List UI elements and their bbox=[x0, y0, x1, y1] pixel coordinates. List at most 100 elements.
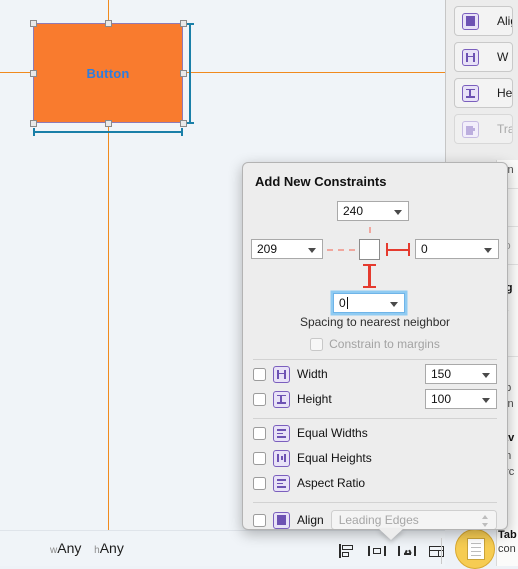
height-bar-icon bbox=[462, 84, 479, 102]
spacing-top-value: 240 bbox=[343, 204, 364, 218]
resolve-issues-tool-icon[interactable] bbox=[398, 543, 416, 559]
width-value-field[interactable]: 150 bbox=[425, 364, 497, 384]
align-label: Align bbox=[297, 513, 324, 527]
popover-tail bbox=[378, 528, 404, 540]
resize-handle-bottom-center[interactable] bbox=[104, 119, 112, 127]
chevron-updown-icon bbox=[481, 514, 490, 528]
spacing-bottom-field[interactable]: 0 bbox=[333, 293, 405, 313]
chevron-down-icon[interactable] bbox=[390, 302, 398, 307]
inspector-row-trailing-label: Trailin bbox=[497, 122, 513, 136]
divider bbox=[253, 359, 497, 360]
chevron-down-icon[interactable] bbox=[482, 373, 490, 378]
constraint-cap-bottom-left bbox=[33, 128, 35, 136]
spacing-bottom-connector-active[interactable] bbox=[368, 264, 371, 288]
add-new-constraints-popover: Add New Constraints 240 209 0 0 Spacing … bbox=[242, 162, 508, 530]
size-class-height-value: Any bbox=[99, 540, 124, 556]
horizontal-center-guide bbox=[0, 72, 33, 73]
inspector-row-align[interactable]: Align bbox=[454, 6, 513, 36]
constraint-row-height: Height 100 bbox=[243, 388, 507, 410]
inspector-row-width[interactable]: W bbox=[454, 42, 513, 72]
equal-widths-label: Equal Widths bbox=[297, 426, 368, 440]
height-checkbox[interactable] bbox=[253, 392, 266, 406]
width-value: 150 bbox=[431, 367, 452, 381]
spacing-bottom-connector-cap-b bbox=[363, 285, 376, 288]
spacing-center-box bbox=[359, 239, 380, 260]
inspector-row-width-label: W bbox=[497, 50, 509, 64]
equal-heights-label: Equal Heights bbox=[297, 451, 372, 465]
height-bar-icon bbox=[273, 390, 290, 408]
equal-heights-checkbox[interactable] bbox=[253, 451, 266, 465]
spacing-top-field[interactable]: 240 bbox=[337, 201, 409, 221]
equal-heights-icon bbox=[273, 449, 290, 467]
resize-handle-bottom-left[interactable] bbox=[29, 119, 37, 127]
width-checkbox[interactable] bbox=[253, 367, 266, 381]
resizing-behavior-tool-icon[interactable] bbox=[428, 543, 446, 559]
constrain-to-margins-checkbox bbox=[310, 337, 324, 351]
height-value-field[interactable]: 100 bbox=[425, 389, 497, 409]
aspect-ratio-checkbox[interactable] bbox=[253, 476, 266, 490]
horizontal-center-guide-right bbox=[183, 72, 445, 73]
trailing-edge-icon bbox=[462, 120, 479, 138]
equal-widths-icon bbox=[273, 424, 290, 442]
divider bbox=[253, 418, 497, 419]
constraint-indicator-bottom bbox=[33, 131, 183, 133]
object-library-title: Tab bbox=[498, 529, 517, 541]
spacing-right-connector-active[interactable] bbox=[386, 248, 410, 251]
constrain-to-margins-label: Constrain to margins bbox=[329, 337, 440, 351]
popover-title: Add New Constraints bbox=[255, 174, 387, 189]
size-class-control[interactable]: wAny hAny bbox=[50, 540, 124, 556]
resize-handle-top-left[interactable] bbox=[29, 19, 37, 27]
divider bbox=[253, 502, 497, 503]
button-view-label: Button bbox=[86, 65, 130, 81]
constraint-cap-right-top bbox=[186, 23, 194, 25]
resize-handle-middle-right[interactable] bbox=[179, 69, 187, 77]
align-checkbox[interactable] bbox=[253, 513, 266, 527]
button-view[interactable]: Button bbox=[33, 23, 183, 123]
inspector-row-align-label: Align bbox=[497, 14, 512, 28]
spacing-left-connector-inactive[interactable] bbox=[327, 249, 355, 251]
align-select-value: Leading Edges bbox=[338, 513, 419, 527]
chevron-down-icon[interactable] bbox=[394, 210, 402, 215]
align-grid-icon bbox=[273, 511, 290, 529]
chevron-down-icon[interactable] bbox=[482, 398, 490, 403]
resize-handle-top-center[interactable] bbox=[104, 19, 112, 27]
constraint-row-equal-widths: Equal Widths bbox=[243, 422, 507, 444]
inspector-row-height[interactable]: He bbox=[454, 78, 513, 108]
align-tool-icon[interactable] bbox=[338, 543, 356, 559]
inspector-row-trailing: Trailin bbox=[454, 114, 513, 144]
spacing-left-field[interactable]: 209 bbox=[251, 239, 323, 259]
spacing-right-connector-cap-a bbox=[386, 243, 389, 256]
width-bar-icon bbox=[273, 365, 290, 383]
toolbar-separator bbox=[441, 538, 442, 564]
pin-tool-icon[interactable] bbox=[368, 543, 386, 559]
constraint-row-width: Width 150 bbox=[243, 363, 507, 385]
object-library-icon[interactable] bbox=[455, 529, 495, 569]
align-grid-icon bbox=[462, 12, 479, 30]
spacing-bottom-value: 0 bbox=[339, 296, 346, 310]
spacing-caption: Spacing to nearest neighbor bbox=[299, 315, 451, 329]
autolayout-toolbar bbox=[338, 543, 446, 559]
constrain-to-margins-row: Constrain to margins bbox=[243, 337, 507, 351]
resize-handle-top-right[interactable] bbox=[179, 19, 187, 27]
constraint-cap-bottom-right bbox=[181, 128, 183, 136]
object-library-subtitle: con bbox=[498, 543, 516, 555]
chevron-down-icon[interactable] bbox=[484, 248, 492, 253]
chevron-down-icon[interactable] bbox=[308, 248, 316, 253]
spacing-bottom-connector-cap-a bbox=[363, 264, 376, 267]
resize-handle-bottom-right[interactable] bbox=[179, 119, 187, 127]
inspector-row-height-label: He bbox=[497, 86, 513, 100]
resize-handle-middle-left[interactable] bbox=[29, 69, 37, 77]
constraint-indicator-right bbox=[189, 23, 191, 124]
document-page-icon bbox=[467, 538, 485, 560]
spacing-right-field[interactable]: 0 bbox=[415, 239, 499, 259]
aspect-ratio-icon bbox=[273, 474, 290, 492]
width-bar-icon bbox=[462, 48, 479, 66]
spacing-right-connector-cap-b bbox=[407, 243, 410, 256]
vertical-center-guide-bottom bbox=[108, 123, 109, 530]
aspect-ratio-label: Aspect Ratio bbox=[297, 476, 366, 490]
constraint-row-equal-heights: Equal Heights bbox=[243, 447, 507, 469]
equal-widths-checkbox[interactable] bbox=[253, 426, 266, 440]
spacing-cluster: 240 209 0 0 bbox=[243, 189, 507, 313]
object-library-text: Tab con bbox=[498, 528, 518, 556]
text-cursor bbox=[346, 297, 348, 309]
